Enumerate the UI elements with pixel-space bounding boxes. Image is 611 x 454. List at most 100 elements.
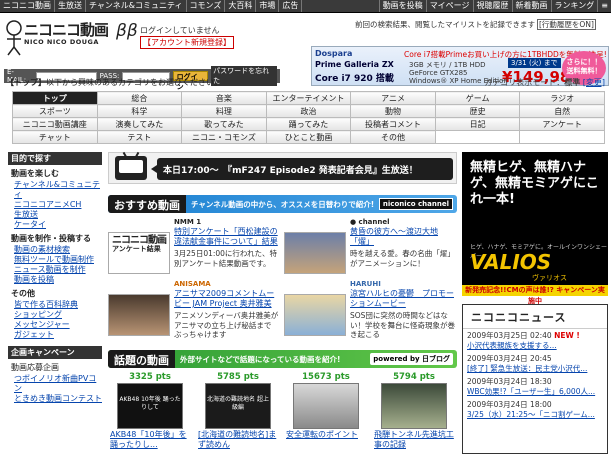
article-desc: 3月25日01:00に行われた、特別アンケート結果動画です。 [174,249,278,268]
nav-mypage[interactable]: マイページ [425,0,473,12]
category-one-word[interactable]: ひとこと動画 [265,130,352,144]
category-diary[interactable]: 日記 [434,117,521,131]
category-mode-change-link[interactable]: [変更] [583,78,605,87]
article-thumbnail[interactable]: ニコニコ動画 アンケート結果 [108,232,170,274]
recommend-subtitle: チャンネル動画の中から、オススメを日替わりで紹介! [191,199,375,209]
video-thumbnail[interactable] [381,383,447,429]
nav-menu-icon[interactable]: ≡ [597,0,611,12]
article-title[interactable]: アニサマ2009コメントムービー JAM Project 奥井雅美 [174,289,280,309]
recommend-article[interactable]: HARUHI 涼宮ハルヒの憂鬱 プロモーションムービー SOS団に突然の時間など… [284,280,458,339]
category-other[interactable]: その他 [350,130,436,144]
sidebar-item-free-tools[interactable]: 無料ツールで動画制作 [14,255,102,265]
category-danced[interactable]: 踊ってみた [265,117,352,131]
article-thumbnail[interactable] [284,294,346,336]
nav-market[interactable]: 市場 [256,0,280,12]
sidebar-item-channel[interactable]: チャンネル&コミュニティ [14,180,102,200]
powered-by-badge[interactable]: powered by 日ブログ [370,353,453,365]
category-game[interactable]: ゲーム [434,91,521,105]
category-survey[interactable]: アンケート [519,117,605,131]
category-cooking[interactable]: 料理 [181,104,267,118]
purpose-sidebar: 目的で探す 動画を楽しむ チャンネル&コミュニティ ニコニコアニメCH 生放送 … [8,152,102,404]
logo-version: ββ [116,21,138,41]
category-sports[interactable]: スポーツ [12,104,98,118]
logo-text: ニコニコ動画 [24,21,109,39]
topic-video[interactable]: 3325 pts AKB48 10年後 踊ったりして AKB48「10年後」を踊… [108,372,192,450]
category-performed[interactable]: 演奏してみた [96,117,183,131]
sidebar-item-news-video[interactable]: ニュース動画を制作 [14,265,102,275]
site-header: ニコニコ動画 NICO NICO DOUGA ββ ログインしていません 【アカ… [0,13,611,91]
video-title[interactable]: 飛騨トンネル先進坑工事の記録 [372,430,456,450]
category-science[interactable]: 科学 [96,104,183,118]
sidebar-item-mobile[interactable]: ケータイ [14,220,102,230]
sidebar-item-dictionary[interactable]: 皆で作る百科辞典 [14,300,102,310]
nav-dictionary[interactable]: 大百科 [225,0,257,12]
category-music[interactable]: 音楽 [181,91,267,105]
category-chat[interactable]: チャット [12,130,98,144]
campaign-item: 動画応募企画 [11,363,59,372]
sidebar-item-material-search[interactable]: 動画の素材検索 [14,245,102,255]
topic-video[interactable]: 5794 pts 飛騨トンネル先進坑工事の記録 [372,372,456,450]
article-title[interactable]: 黄昏の彼方へ～渡辺大地「燿」 [350,227,456,247]
category-animals[interactable]: 動物 [350,104,436,118]
site-logo[interactable]: ニコニコ動画 NICO NICO DOUGA ββ [4,17,144,57]
nav-ads[interactable]: 広告 [279,0,303,12]
article-thumbnail[interactable] [284,232,346,274]
recommend-article[interactable]: ANISAMA アニサマ2009コメントムービー JAM Project 奥井雅… [108,280,282,339]
nav-niconico[interactable]: ニコニコ動画 [0,0,55,12]
video-thumbnail[interactable]: 北海道の難読地名 超上級編 [205,383,271,429]
nav-live[interactable]: 生放送 [55,0,86,12]
video-title[interactable]: AKB48「10年後」を踊ったりし... [108,430,192,450]
category-anime[interactable]: アニメ [350,91,436,105]
topic-video[interactable]: 15673 pts 安全運転のポイント [284,372,368,440]
article-title[interactable]: 特別アンケート「西松建設の違法献金事件について」結果 [174,227,280,247]
recommend-article[interactable]: ニコニコ動画 アンケート結果 NMM 1 特別アンケート「西松建設の違法献金事件… [108,218,282,274]
nav-channel[interactable]: チャンネル&コミュニティ [86,0,187,12]
category-uploader-comment[interactable]: 投稿者コメント [350,117,436,131]
sidebar-item-live[interactable]: 生放送 [14,210,102,220]
nav-upload[interactable]: 動画を投稿 [378,0,426,12]
category-commons[interactable]: ニコニ・コモンズ [181,130,267,144]
valios-ad[interactable]: 無精ヒゲ、無精ハナゲ、無精モミアゲにこれ一本! ヒゲ、ハナゲ、モミアゲに。オール… [462,152,608,305]
video-thumbnail[interactable]: AKB48 10年後 踊ったりして [117,383,183,429]
signup-link[interactable]: 【アカウント新規登録】 [140,36,234,49]
live-notice-link[interactable]: 本日17:00～ 『mF247 Episode2 発表記者会見』生放送！ [151,158,453,180]
niconico-channel-badge[interactable]: niconico channel [378,198,453,210]
category-top[interactable]: トップ [12,91,98,105]
category-test[interactable]: テスト [96,130,183,144]
topic-video-list: 3325 pts AKB48 10年後 踊ったりして AKB48「10年後」を踊… [108,372,457,454]
video-thumbnail[interactable] [293,383,359,429]
article-title[interactable]: 涼宮ハルヒの憂鬱 プロモーションムービー [350,289,456,309]
ad-campaign-bar[interactable]: 新発売記念!!CMの声は誰!? キャンペーン実施中 [462,285,608,305]
topic-title: 話題の動画 [108,350,175,368]
campaign-link[interactable]: つボイノリオ新曲PVコン [14,374,102,394]
nav-history[interactable]: 視聴履歴 [472,0,512,12]
history-on-link[interactable]: [行動履歴をON] [537,19,596,30]
news-item[interactable]: 2009年03月24日 18:30 WBC効果!?「ユーザー生」6,000人..… [463,375,607,398]
category-sang[interactable]: 歌ってみた [181,117,267,131]
sidebar-item-gadget[interactable]: ガジェット [14,330,102,340]
recommend-article[interactable]: ● channel 黄昏の彼方へ～渡辺大地「燿」 時を越える愛。春の名曲「燿」が… [284,218,458,274]
sidebar-item-anime-ch[interactable]: ニコニコアニメCH [14,200,102,210]
category-lecture[interactable]: ニコニコ動画講座 [12,117,98,131]
category-history[interactable]: 歴史 [434,104,521,118]
sidebar-item-shopping[interactable]: ショッピング [14,310,102,320]
news-item[interactable]: 2009年03月24日 18:00 3/25（水）21:25～「ニコ割ゲーム..… [463,398,607,421]
nav-commons[interactable]: コモンズ [187,0,226,12]
campaign-link[interactable]: ときめき動画コンテスト [14,394,102,404]
video-title[interactable]: 安全運転のポイント [284,430,368,440]
article-thumbnail[interactable] [108,294,170,336]
category-nature[interactable]: 自然 [519,104,605,118]
article-source: HARUHI [350,280,381,288]
news-item[interactable]: 2009年03月24日 20:45 [終了] 緊急生放送：民主党小沢代... [463,352,607,375]
news-item[interactable]: 2009年03月25日 02:40 NEW ! 小沢代表親族を支援する... [463,329,607,352]
category-entertainment[interactable]: エンターテイメント [265,91,352,105]
sidebar-item-messenger[interactable]: メッセンジャー [14,320,102,330]
sidebar-item-upload[interactable]: 動画を投稿 [14,275,102,285]
topic-video[interactable]: 5785 pts 北海道の難読地名 超上級編 [北海道の難読地名]まず読めん [196,372,280,450]
category-politics[interactable]: 政治 [265,104,352,118]
category-radio[interactable]: ラジオ [519,91,605,105]
video-title[interactable]: [北海道の難読地名]まず読めん [196,430,280,450]
category-all[interactable]: 総合 [96,91,183,105]
nav-ranking[interactable]: ランキング [550,0,598,12]
nav-new-videos[interactable]: 新着動画 [511,0,551,12]
